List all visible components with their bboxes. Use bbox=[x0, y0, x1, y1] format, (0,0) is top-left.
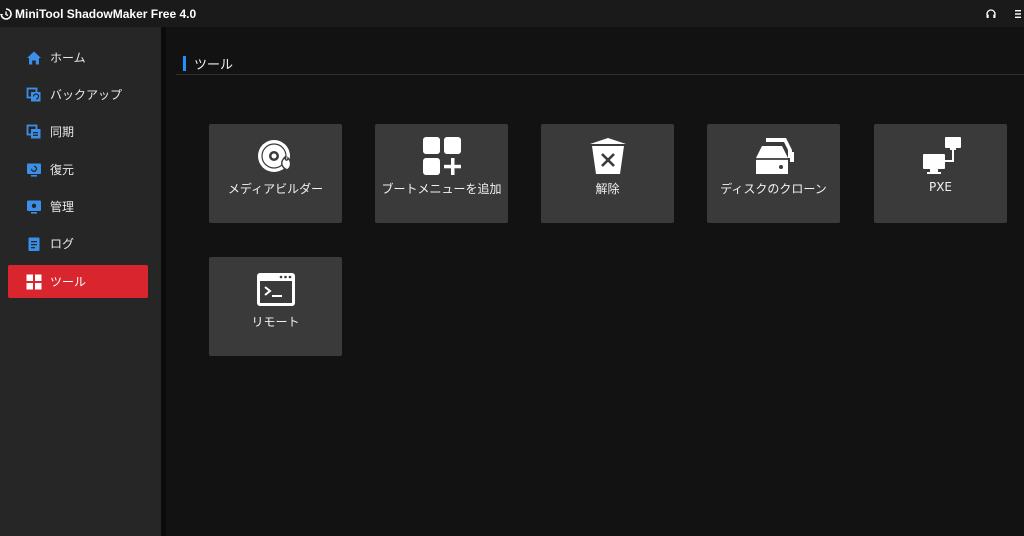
sidebar-item-manage[interactable]: 管理 bbox=[8, 190, 148, 223]
grid-plus-icon bbox=[420, 134, 464, 178]
tool-remote[interactable]: リモート bbox=[209, 257, 342, 356]
backup-icon bbox=[26, 87, 42, 103]
bin-x-icon bbox=[586, 134, 630, 178]
sidebar-item-tools[interactable]: ツール bbox=[8, 265, 148, 298]
tile-label: PXE bbox=[928, 180, 953, 194]
sync-icon bbox=[26, 124, 42, 140]
tile-label: リモート bbox=[251, 315, 300, 329]
disk-clone-icon bbox=[752, 134, 796, 178]
title-bar: MiniTool ShadowMaker Free 4.0 bbox=[0, 0, 1024, 27]
network-computers-icon bbox=[919, 134, 963, 178]
sidebar-divider bbox=[161, 27, 166, 536]
disc-fire-icon bbox=[254, 134, 298, 178]
sidebar-item-label: 復元 bbox=[50, 163, 75, 177]
menu-icon[interactable] bbox=[1010, 7, 1024, 21]
home-icon bbox=[26, 50, 42, 66]
tool-media-builder[interactable]: メディアビルダー bbox=[209, 124, 342, 223]
section-divider bbox=[176, 74, 1024, 75]
window-title: MiniTool ShadowMaker Free 4.0 bbox=[15, 6, 197, 21]
tile-label: ブートメニューを追加 bbox=[381, 182, 502, 196]
sidebar-item-label: バックアップ bbox=[50, 88, 123, 102]
section-accent-bar bbox=[183, 55, 186, 71]
sidebar-item-label: 管理 bbox=[50, 200, 75, 214]
section-header: ツール bbox=[183, 55, 234, 73]
sidebar: ホーム バックアップ 同期 復元 管理 ログ ツール bbox=[0, 27, 161, 536]
sidebar-item-restore[interactable]: 復元 bbox=[8, 153, 148, 186]
tools-icon bbox=[26, 274, 42, 290]
tile-label: 解除 bbox=[595, 182, 620, 196]
sidebar-item-home[interactable]: ホーム bbox=[8, 41, 148, 74]
app-logo-icon bbox=[0, 7, 12, 20]
sidebar-item-log[interactable]: ログ bbox=[8, 227, 148, 260]
sidebar-item-sync[interactable]: 同期 bbox=[8, 115, 148, 148]
sidebar-item-label: 同期 bbox=[50, 125, 75, 139]
terminal-icon bbox=[254, 267, 298, 311]
manage-icon bbox=[26, 199, 42, 215]
tool-disk-clone[interactable]: ディスクのクローン bbox=[707, 124, 840, 223]
tool-add-boot-menu[interactable]: ブートメニューを追加 bbox=[375, 124, 508, 223]
page-title: ツール bbox=[194, 57, 234, 73]
sidebar-item-label: ログ bbox=[50, 237, 75, 251]
headset-icon[interactable] bbox=[984, 7, 998, 21]
sidebar-item-backup[interactable]: バックアップ bbox=[8, 78, 148, 111]
restore-icon bbox=[26, 162, 42, 178]
log-icon bbox=[26, 236, 42, 252]
sidebar-item-label: ツール bbox=[50, 275, 87, 289]
sidebar-item-label: ホーム bbox=[50, 51, 86, 65]
tool-unmount[interactable]: 解除 bbox=[541, 124, 674, 223]
tile-label: メディアビルダー bbox=[227, 182, 324, 196]
tool-pxe[interactable]: PXE bbox=[874, 124, 1007, 223]
tile-label: ディスクのクローン bbox=[720, 182, 827, 196]
